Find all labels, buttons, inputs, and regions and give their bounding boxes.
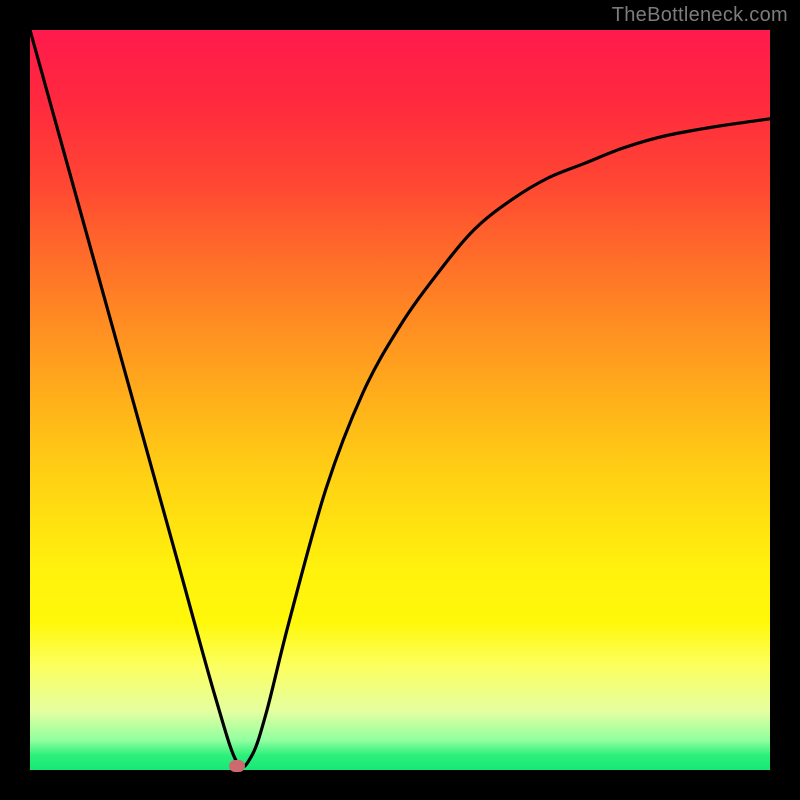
optimal-point-marker xyxy=(229,760,245,772)
plot-area xyxy=(30,30,770,770)
bottleneck-curve xyxy=(30,30,770,767)
curve-svg xyxy=(30,30,770,770)
watermark-text: TheBottleneck.com xyxy=(612,4,788,27)
chart-frame: TheBottleneck.com xyxy=(0,0,800,800)
